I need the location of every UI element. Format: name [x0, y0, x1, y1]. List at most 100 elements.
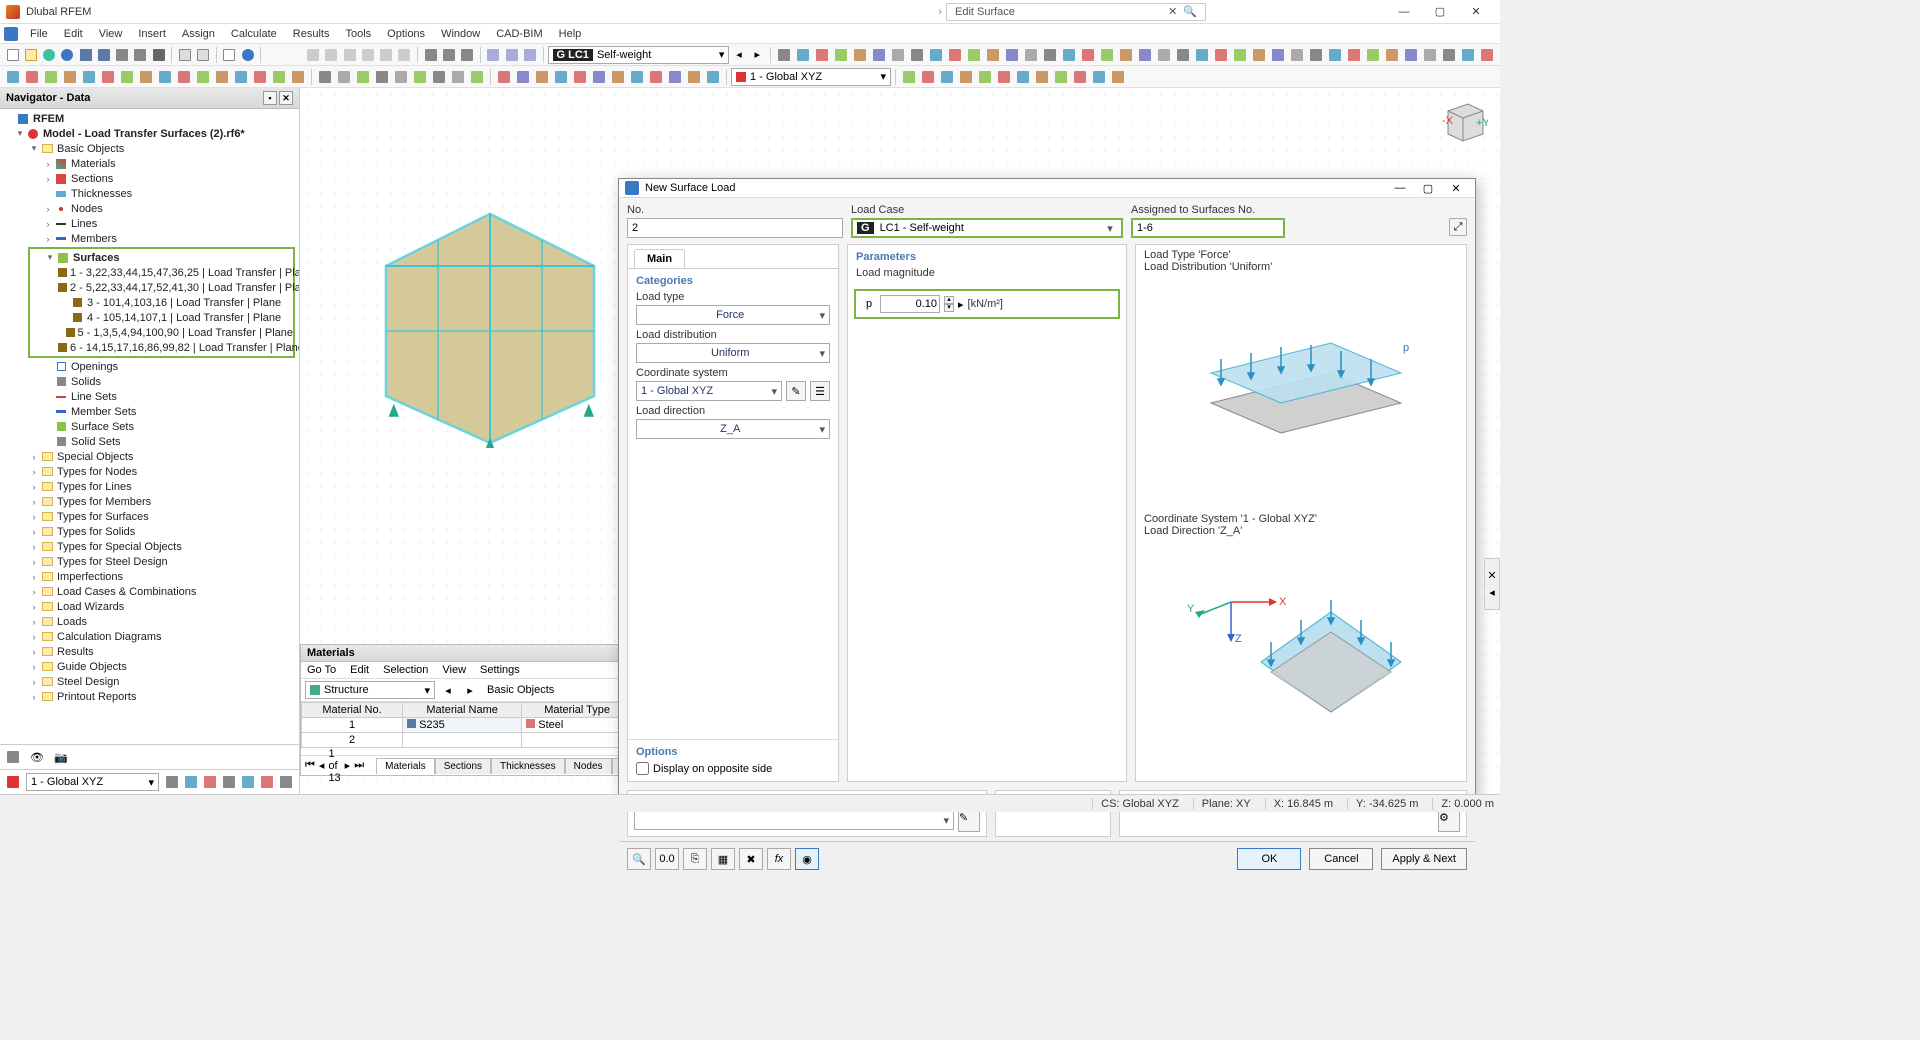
prev-page-icon[interactable]: ◂	[319, 759, 325, 772]
tree-folder[interactable]: ›Types for Special Objects	[0, 539, 299, 554]
mat-view[interactable]: View	[442, 664, 466, 676]
axis-icon[interactable]	[4, 773, 22, 791]
toolbar-icon[interactable]	[354, 68, 372, 86]
tab-thicknesses[interactable]: Thicknesses	[491, 758, 565, 774]
tree-folder[interactable]: ›Types for Members	[0, 494, 299, 509]
toolbar-icon[interactable]	[42, 68, 60, 86]
toolbar-icon[interactable]	[411, 68, 429, 86]
load-dir-combo[interactable]: Z_A▾	[636, 419, 830, 439]
edit-surface-field[interactable]: Edit Surface ✕ 🔍	[946, 3, 1206, 21]
tree-folder[interactable]: ›Calculation Diagrams	[0, 629, 299, 644]
toolbar-icon[interactable]	[1478, 46, 1496, 64]
iso-icon[interactable]	[485, 46, 502, 64]
tree-model[interactable]: ▾Model - Load Transfer Surfaces (2).rf6*	[0, 126, 299, 141]
last-icon[interactable]: ⏭	[354, 759, 364, 772]
arrow-icon[interactable]: ◂	[1489, 586, 1495, 599]
dlg-maximize-button[interactable]: ▢	[1415, 179, 1441, 197]
menu-tools[interactable]: Tools	[337, 26, 379, 42]
toolbar-icon[interactable]	[533, 68, 551, 86]
surface-item[interactable]: 3 - 101,4,103,16 | Load Transfer | Plane	[30, 295, 293, 310]
menu-assign[interactable]: Assign	[174, 26, 223, 42]
toolbar-icon[interactable]	[514, 68, 532, 86]
toolbar-icon[interactable]	[1079, 46, 1097, 64]
save-as-icon[interactable]	[95, 46, 112, 64]
tree-sections[interactable]: ›Sections	[0, 171, 299, 186]
surface-item[interactable]: 4 - 105,14,107,1 | Load Transfer | Plane	[30, 310, 293, 325]
tree-folder[interactable]: ›Types for Surfaces	[0, 509, 299, 524]
first-icon[interactable]: ⏮	[305, 759, 315, 772]
pin-icon[interactable]: ▪	[263, 91, 277, 105]
search-icon[interactable]: 🔍	[1183, 5, 1197, 18]
save-icon[interactable]	[77, 46, 94, 64]
tree-surfaces[interactable]: ▾Surfaces	[30, 250, 293, 265]
toolbar-icon[interactable]	[1098, 46, 1116, 64]
paste-icon[interactable]	[195, 46, 212, 64]
preview-settings-icon[interactable]: ⚙	[1438, 810, 1460, 832]
toolbar-icon[interactable]	[182, 773, 200, 791]
camera-icon[interactable]: 📷	[52, 748, 70, 766]
tree-folder[interactable]: ›Load Wizards	[0, 599, 299, 614]
view6-icon[interactable]	[396, 46, 413, 64]
spinner-down[interactable]: ▾	[944, 304, 954, 312]
ok-button[interactable]: OK	[1237, 848, 1301, 870]
mat-settings[interactable]: Settings	[480, 664, 520, 676]
dlg-close-button[interactable]: ✕	[1443, 179, 1469, 197]
toolbar-icon[interactable]	[590, 68, 608, 86]
toolbar-icon[interactable]	[1345, 46, 1363, 64]
toolbar-icon[interactable]	[1117, 46, 1135, 64]
toolbar-icon[interactable]	[1033, 68, 1051, 86]
eye-icon[interactable]: 👁	[28, 748, 46, 766]
view5-icon[interactable]	[378, 46, 395, 64]
nav-tool-1[interactable]	[4, 748, 22, 766]
comment-combo[interactable]: ▾	[634, 810, 954, 830]
menu-cadbim[interactable]: CAD-BIM	[488, 26, 550, 42]
toolbar-icon[interactable]	[908, 46, 926, 64]
view4-icon[interactable]	[359, 46, 376, 64]
undo-icon[interactable]	[114, 46, 131, 64]
tree-folder[interactable]: ›Types for Steel Design	[0, 554, 299, 569]
toolbar-icon[interactable]	[704, 68, 722, 86]
tree-basic-objects[interactable]: ▾Basic Objects	[0, 141, 299, 156]
next-field-icon[interactable]: ▸	[958, 298, 964, 311]
materials-table[interactable]: Material No.Material NameMaterial Type 1…	[301, 702, 633, 748]
mat-goto[interactable]: Go To	[307, 664, 336, 676]
script-icon[interactable]: ⎘	[683, 848, 707, 870]
next-lc-icon[interactable]: ▸	[749, 46, 766, 64]
toolbar-icon[interactable]	[685, 68, 703, 86]
toolbar-icon[interactable]	[156, 68, 174, 86]
toolbar-icon[interactable]	[1440, 46, 1458, 64]
tree-solids[interactable]: Solids	[0, 374, 299, 389]
surface-item[interactable]: 6 - 14,15,17,16,86,99,82 | Load Transfer…	[30, 340, 293, 355]
tree-folder[interactable]: ›Steel Design	[0, 674, 299, 689]
toolbar-icon[interactable]	[1071, 68, 1089, 86]
cancel-button[interactable]: Cancel	[1309, 848, 1373, 870]
toolbar-icon[interactable]	[118, 68, 136, 86]
toolbar-icon[interactable]	[1109, 68, 1127, 86]
menu-file[interactable]: File	[22, 26, 56, 42]
toolbar-icon[interactable]	[984, 46, 1002, 64]
tree-thicknesses[interactable]: Thicknesses	[0, 186, 299, 201]
close-panel-icon[interactable]: ✕	[279, 91, 293, 105]
toolbar-icon[interactable]	[1041, 46, 1059, 64]
view1-icon[interactable]	[304, 46, 321, 64]
toolbar-icon[interactable]	[23, 68, 41, 86]
toolbar-icon[interactable]	[392, 68, 410, 86]
toolbar-icon[interactable]	[1174, 46, 1192, 64]
menu-options[interactable]: Options	[379, 26, 433, 42]
assigned-input[interactable]	[1131, 218, 1285, 238]
front-icon[interactable]	[503, 46, 520, 64]
tab-materials[interactable]: Materials	[376, 758, 435, 774]
toolbar-icon[interactable]	[1155, 46, 1173, 64]
mat-selection[interactable]: Selection	[383, 664, 428, 676]
redo-icon[interactable]	[132, 46, 149, 64]
menu-edit[interactable]: Edit	[56, 26, 91, 42]
preview-toggle-icon[interactable]: ◉	[795, 848, 819, 870]
side-icon[interactable]	[521, 46, 538, 64]
toolbar-icon[interactable]	[194, 68, 212, 86]
tree-folder[interactable]: ›Loads	[0, 614, 299, 629]
menu-view[interactable]: View	[91, 26, 131, 42]
toolbar-icon[interactable]	[946, 46, 964, 64]
toolbar-icon[interactable]	[289, 68, 307, 86]
toolbar-icon[interactable]	[175, 68, 193, 86]
next-page-icon[interactable]: ▸	[345, 759, 351, 772]
